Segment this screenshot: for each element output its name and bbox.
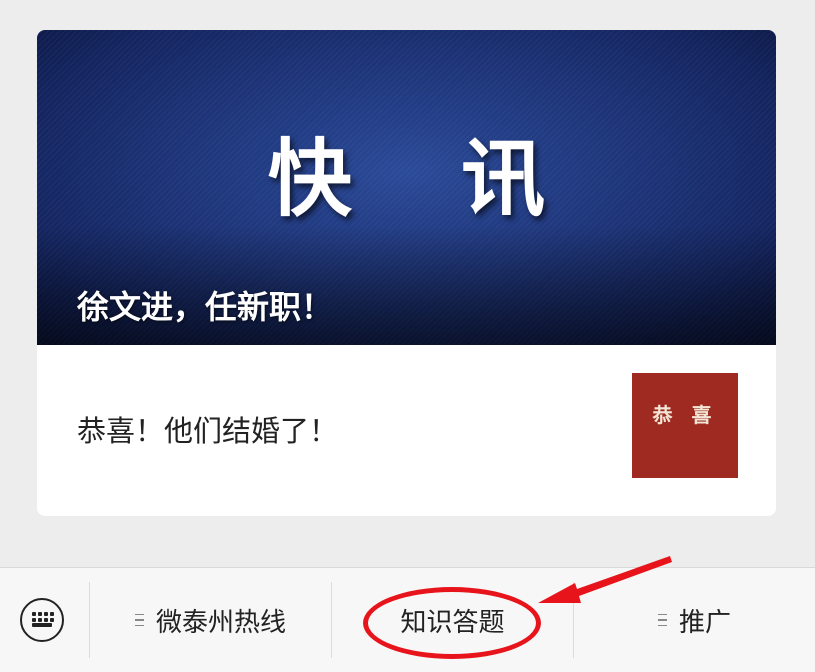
menu-item-label: 微泰州热线: [155, 607, 286, 638]
hero-article[interactable]: 快 讯 徐文进，任新职！: [37, 30, 776, 345]
menu-list-icon: [134, 614, 144, 626]
keyboard-icon[interactable]: [20, 598, 64, 642]
hero-title: 快 讯: [267, 129, 586, 228]
highlight-ellipse: [363, 587, 541, 659]
thumbnail-text: 恭 喜: [652, 403, 718, 427]
menu-item-label: 推广: [678, 607, 731, 638]
menu-item-hotline[interactable]: 微泰州热线: [90, 568, 331, 672]
article-item-title[interactable]: 恭喜！他们结婚了！: [77, 408, 338, 450]
pointer-arrow-icon: [538, 556, 672, 603]
hero-headline: 徐文进，任新职！: [77, 288, 334, 326]
article-thumbnail[interactable]: 恭 喜: [632, 373, 738, 478]
article-card: 快 讯 徐文进，任新职！ 恭喜！他们结婚了！ 恭 喜: [37, 30, 776, 516]
menu-list-icon: [657, 614, 667, 626]
